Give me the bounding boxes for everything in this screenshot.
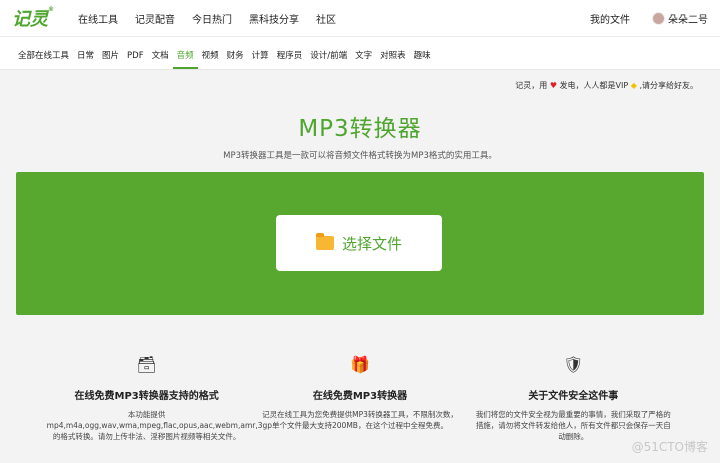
gift-icon: 🎁 xyxy=(350,355,370,374)
top-navbar: 记灵 ® 在线工具 记灵配音 今日热门 黑科技分享 社区 我的文件 朵朵二号 xyxy=(0,0,720,37)
notice-prefix: 记灵，用 xyxy=(515,81,548,90)
feature-title: 在线免费MP3转换器支持的格式 xyxy=(74,391,219,402)
file-dropzone[interactable]: 选择文件 xyxy=(16,172,704,315)
box-icon: 🗃 xyxy=(136,355,157,374)
top-link-trending[interactable]: 今日热门 xyxy=(192,11,232,26)
category-all[interactable]: 全部在线工具 xyxy=(14,49,73,69)
category-design[interactable]: 设计/前端 xyxy=(306,49,351,69)
category-nav: 全部在线工具 日常 图片 PDF 文档 音频 视频 财务 计算 程序员 设计/前… xyxy=(0,37,720,70)
notice-mid: 发电，人人都是VIP xyxy=(559,81,629,90)
top-link-online-tools[interactable]: 在线工具 xyxy=(78,11,118,26)
logo[interactable]: 记灵 ® xyxy=(12,5,56,31)
registered-mark: ® xyxy=(48,6,54,13)
page-title: MP3转换器 xyxy=(298,116,422,142)
my-files-link[interactable]: 我的文件 xyxy=(590,11,630,26)
category-daily[interactable]: 日常 xyxy=(73,49,98,69)
notice-suffix: ,请分享给好友。 xyxy=(639,81,698,90)
category-image[interactable]: 图片 xyxy=(98,49,123,69)
feature-title: 在线免费MP3转换器 xyxy=(312,391,408,402)
avatar[interactable] xyxy=(652,11,665,25)
top-links: 在线工具 记灵配音 今日热门 黑科技分享 社区 xyxy=(78,11,353,26)
category-fun[interactable]: 趣味 xyxy=(410,49,435,69)
folder-icon xyxy=(315,233,334,250)
top-link-tech-share[interactable]: 黑科技分享 xyxy=(249,11,299,26)
top-link-dubbing[interactable]: 记灵配音 xyxy=(135,11,175,26)
category-calculate[interactable]: 计算 xyxy=(248,49,273,69)
category-pdf[interactable]: PDF xyxy=(123,51,148,69)
feature-text: 记灵在线工具为您免费提供MP3转换器工具，不限制次数，单个文件最大支持200MB… xyxy=(262,410,458,430)
page-description: MP3转换器工具是一款可以将音频文件格式转换为MP3格式的实用工具。 xyxy=(223,151,497,161)
category-tables[interactable]: 对照表 xyxy=(376,49,410,69)
heart-icon: ♥ xyxy=(549,81,557,90)
share-notice: 记灵，用 ♥ 发电，人人都是VIP ◆ ,请分享给好友。 xyxy=(0,70,720,95)
feature-title: 关于文件安全这件事 xyxy=(528,391,619,402)
diamond-icon: ◆ xyxy=(630,81,637,90)
select-file-label: 选择文件 xyxy=(341,234,402,253)
feature-text: 本功能提供 mp4,m4a,ogg,wav,wma,mpeg,flac,opus… xyxy=(46,410,273,441)
category-finance[interactable]: 财务 xyxy=(223,49,248,69)
feature-list: 🗃 在线免费MP3转换器支持的格式 本功能提供 mp4,m4a,ogg,wav,… xyxy=(0,355,720,443)
category-audio[interactable]: 音频 xyxy=(172,49,198,69)
category-video[interactable]: 视频 xyxy=(198,49,223,69)
category-programmer[interactable]: 程序员 xyxy=(273,49,307,69)
top-link-community[interactable]: 社区 xyxy=(316,11,336,26)
select-file-button[interactable]: 选择文件 xyxy=(276,215,442,271)
user-area: 我的文件 朵朵二号 xyxy=(590,11,708,26)
brand-name: 记灵 xyxy=(12,9,48,30)
feature-security: 🛡 关于文件安全这件事 我们将您的文件安全视为最重要的事情，我们采取了严格的措施… xyxy=(473,355,673,443)
feature-free: 🎁 在线免费MP3转换器 记灵在线工具为您免费提供MP3转换器工具，不限制次数，… xyxy=(260,355,460,443)
category-document[interactable]: 文档 xyxy=(148,49,173,69)
category-text[interactable]: 文字 xyxy=(351,49,376,69)
username[interactable]: 朵朵二号 xyxy=(668,11,708,26)
feature-formats: 🗃 在线免费MP3转换器支持的格式 本功能提供 mp4,m4a,ogg,wav,… xyxy=(46,355,273,443)
watermark: @51CTO博客 xyxy=(631,440,708,454)
shield-icon: 🛡 xyxy=(563,355,584,374)
